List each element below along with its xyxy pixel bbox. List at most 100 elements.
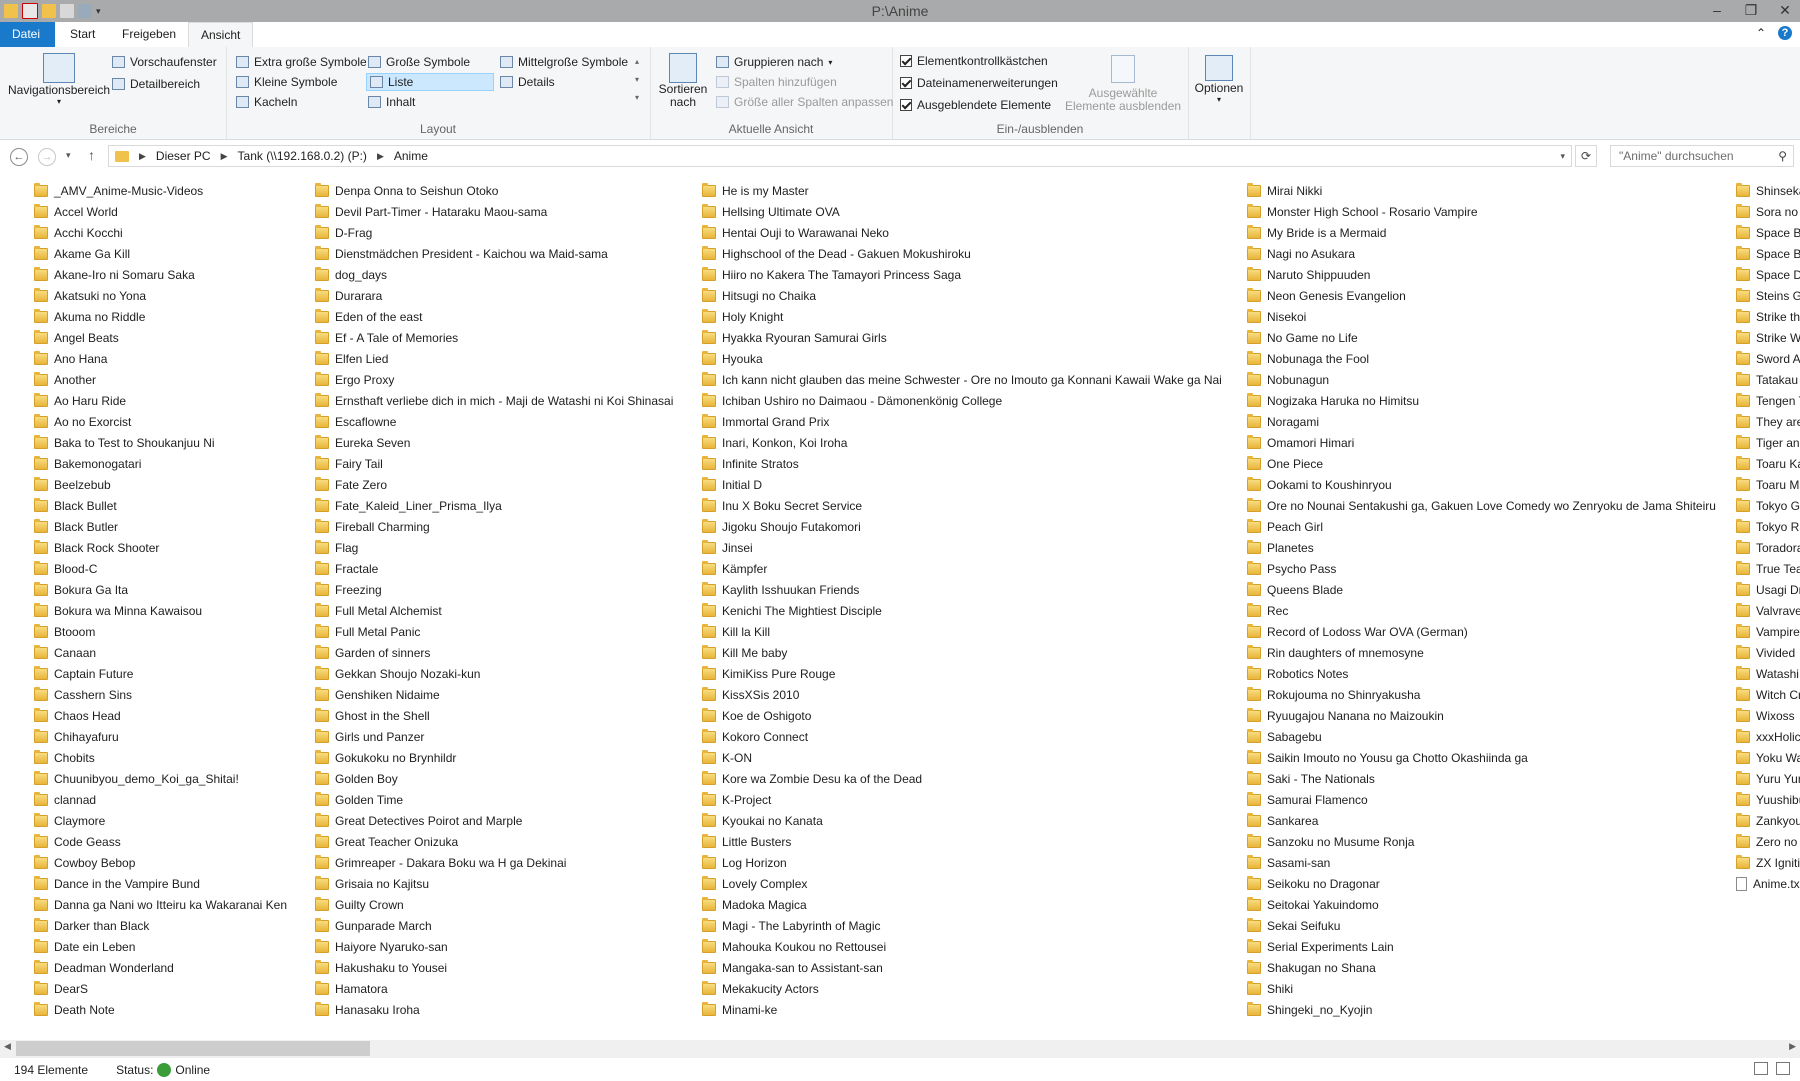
layout-gallery-scroll[interactable]: ▴ ▾ ▾ — [632, 53, 642, 107]
list-item[interactable]: Mekakucity Actors — [702, 978, 1222, 999]
list-item[interactable]: Black Bullet — [34, 495, 287, 516]
list-item[interactable]: Beelzebub — [34, 474, 287, 495]
list-item[interactable]: Canaan — [34, 642, 287, 663]
scroll-left-icon[interactable]: ◀ — [4, 1041, 11, 1052]
list-item[interactable]: Girls und Panzer — [315, 726, 673, 747]
list-item[interactable]: Naruto Shippuuden — [1247, 264, 1716, 285]
search-input[interactable]: "Anime" durchsuchen ⚲ — [1610, 145, 1794, 167]
list-item[interactable]: Seikoku no Dragonar — [1247, 873, 1716, 894]
list-item[interactable]: Serial Experiments Lain — [1247, 936, 1716, 957]
list-item[interactable]: My Bride is a Mermaid — [1247, 222, 1716, 243]
layout-content[interactable]: Inhalt — [368, 95, 415, 109]
list-item[interactable]: Ergo Proxy — [315, 369, 673, 390]
list-item[interactable]: Koe de Oshigoto — [702, 705, 1222, 726]
list-item[interactable]: Samurai Flamenco — [1247, 789, 1716, 810]
list-item[interactable]: One Piece — [1247, 453, 1716, 474]
list-item[interactable]: Akame Ga Kill — [34, 243, 287, 264]
breadcrumb-separator-icon[interactable]: ▶ — [139, 151, 146, 162]
list-item[interactable]: Toradora — [1736, 537, 1800, 558]
list-item[interactable]: Kore wa Zombie Desu ka of the Dead — [702, 768, 1222, 789]
list-item[interactable]: Watashi M — [1736, 663, 1800, 684]
list-item[interactable]: Black Rock Shooter — [34, 537, 287, 558]
list-item[interactable]: Hiiro no Kakera The Tamayori Princess Sa… — [702, 264, 1222, 285]
list-item[interactable]: D-Frag — [315, 222, 673, 243]
list-item[interactable]: Fractale — [315, 558, 673, 579]
list-item[interactable]: Minami-ke — [702, 999, 1222, 1020]
list-item[interactable]: Black Butler — [34, 516, 287, 537]
list-item[interactable]: Shiki — [1247, 978, 1716, 999]
list-item[interactable]: Devil Part-Timer - Hataraku Maou-sama — [315, 201, 673, 222]
list-item[interactable]: Hakushaku to Yousei — [315, 957, 673, 978]
list-item[interactable]: Witch Cr — [1736, 684, 1800, 705]
list-item[interactable]: Ef - A Tale of Memories — [315, 327, 673, 348]
help-icon[interactable]: ? — [1778, 26, 1792, 40]
list-item[interactable]: Sankarea — [1247, 810, 1716, 831]
list-item[interactable]: Toaru Ma — [1736, 474, 1800, 495]
list-item[interactable]: Ao Haru Ride — [34, 390, 287, 411]
list-item[interactable]: Madoka Magica — [702, 894, 1222, 915]
layout-details[interactable]: Details — [500, 75, 555, 89]
list-item[interactable]: Freezing — [315, 579, 673, 600]
list-item[interactable]: Jigoku Shoujo Futakomori — [702, 516, 1222, 537]
list-item[interactable]: K-Project — [702, 789, 1222, 810]
list-item[interactable]: Bokura Ga Ita — [34, 579, 287, 600]
breadcrumb-separator-icon[interactable]: ▶ — [221, 151, 228, 162]
list-item[interactable]: Eden of the east — [315, 306, 673, 327]
list-item[interactable]: Robotics Notes — [1247, 663, 1716, 684]
list-item[interactable]: KimiKiss Pure Rouge — [702, 663, 1222, 684]
list-item[interactable]: Fate_Kaleid_Liner_Prisma_Ilya — [315, 495, 673, 516]
up-arrow-icon[interactable]: ↑ — [88, 147, 95, 163]
list-item[interactable]: True Tea — [1736, 558, 1800, 579]
list-item[interactable]: Dienstmädchen President - Kaichou wa Mai… — [315, 243, 673, 264]
scroll-right-icon[interactable]: ▶ — [1789, 1041, 1796, 1052]
list-item[interactable]: Hyouka — [702, 348, 1222, 369]
collapse-ribbon-icon[interactable]: ⌃ — [1756, 26, 1766, 40]
list-item[interactable]: Eureka Seven — [315, 432, 673, 453]
list-item[interactable]: Sasami-san — [1247, 852, 1716, 873]
tab-freigeben[interactable]: Freigeben — [110, 22, 188, 47]
list-item[interactable]: Full Metal Alchemist — [315, 600, 673, 621]
list-item[interactable]: Grimreaper - Dakara Boku wa H ga Dekinai — [315, 852, 673, 873]
list-item[interactable]: Fireball Charming — [315, 516, 673, 537]
list-item[interactable]: Inu X Boku Secret Service — [702, 495, 1222, 516]
list-item[interactable]: Kokoro Connect — [702, 726, 1222, 747]
list-item[interactable]: Code Geass — [34, 831, 287, 852]
list-item[interactable]: Space Da — [1736, 264, 1800, 285]
list-item[interactable]: Little Busters — [702, 831, 1222, 852]
list-item[interactable]: Elfen Lied — [315, 348, 673, 369]
list-item[interactable]: Yuushibu — [1736, 789, 1800, 810]
list-item[interactable]: Hellsing Ultimate OVA — [702, 201, 1222, 222]
item-checkboxes-toggle[interactable]: Elementkontrollkästchen — [900, 54, 1048, 68]
list-item[interactable]: Monster High School - Rosario Vampire — [1247, 201, 1716, 222]
list-item[interactable]: Akane-Iro ni Somaru Saka — [34, 264, 287, 285]
search-icon[interactable]: ⚲ — [1778, 146, 1787, 166]
list-item[interactable]: Flag — [315, 537, 673, 558]
fit-columns-button[interactable]: Größe aller Spalten anpassen — [716, 95, 893, 109]
list-item[interactable]: Baka to Test to Shoukanjuu Ni — [34, 432, 287, 453]
list-item[interactable]: Cowboy Bebop — [34, 852, 287, 873]
recent-locations-icon[interactable]: ▾ — [66, 150, 71, 161]
breadcrumb-dieser-pc[interactable]: Dieser PC — [156, 149, 211, 163]
layout-tiles[interactable]: Kacheln — [236, 95, 297, 109]
address-field[interactable]: ▶ Dieser PC ▶ Tank (\\192.168.0.2) (P:) … — [108, 145, 1572, 167]
list-item[interactable]: Zankyou — [1736, 810, 1800, 831]
list-item[interactable]: Lovely Complex — [702, 873, 1222, 894]
list-item[interactable]: Hitsugi no Chaika — [702, 285, 1222, 306]
list-item[interactable]: Ano Hana — [34, 348, 287, 369]
list-item[interactable]: Akuma no Riddle — [34, 306, 287, 327]
list-item[interactable]: Nisekoi — [1247, 306, 1716, 327]
list-item[interactable]: Fairy Tail — [315, 453, 673, 474]
scrollbar-thumb[interactable] — [16, 1041, 370, 1056]
layout-list[interactable]: Liste — [366, 73, 494, 91]
breadcrumb-tank[interactable]: Tank (\\192.168.0.2) (P:) — [238, 149, 367, 163]
list-item[interactable]: Another — [34, 369, 287, 390]
add-columns-button[interactable]: Spalten hinzufügen — [716, 75, 837, 89]
checkbox[interactable] — [900, 55, 912, 67]
list-item[interactable]: Vivided — [1736, 642, 1800, 663]
list-item[interactable]: Chihayafuru — [34, 726, 287, 747]
list-item[interactable]: Bokura wa Minna Kawaisou — [34, 600, 287, 621]
list-item[interactable]: Wixoss — [1736, 705, 1800, 726]
list-item[interactable]: Ryuugajou Nanana no Maizoukin — [1247, 705, 1716, 726]
list-item[interactable]: Guilty Crown — [315, 894, 673, 915]
list-item[interactable]: Omamori Himari — [1247, 432, 1716, 453]
